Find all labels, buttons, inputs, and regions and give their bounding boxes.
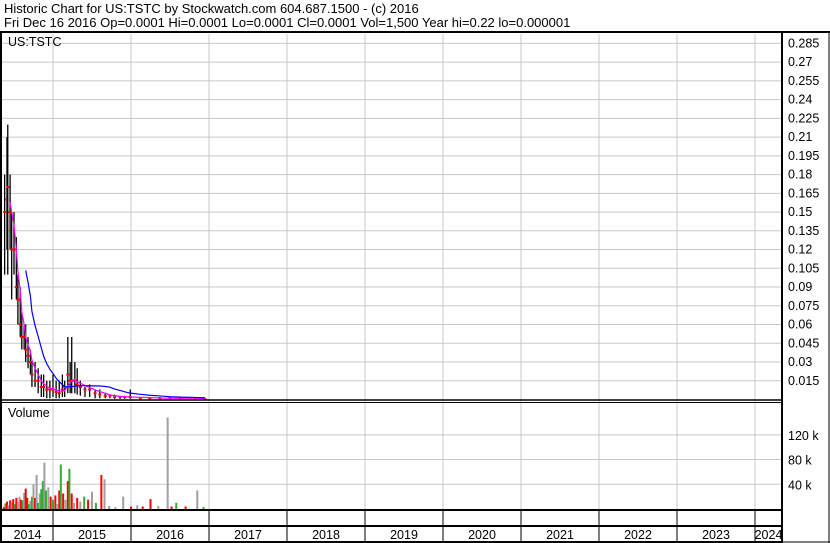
price-tick-label: 0.03 <box>788 355 812 369</box>
volume-bar <box>59 464 62 509</box>
price-tick-label: 0.045 <box>788 336 819 350</box>
volume-bar <box>122 496 125 509</box>
price-volume-chart: 0.015 0.03 0.045 0.06 0.075 0.09 0.105 0.12 0.13… <box>0 31 830 543</box>
volume-bar <box>87 499 90 509</box>
volume-bar <box>83 496 86 509</box>
price-tick-label: 0.105 <box>788 261 819 275</box>
close-tick <box>45 388 49 391</box>
volume-bar <box>70 493 73 509</box>
price-tick-label: 0.12 <box>788 243 812 257</box>
volume-tick-label: 80 k <box>788 454 812 468</box>
close-tick <box>36 379 40 382</box>
volume-bar <box>170 506 173 509</box>
volume-bar <box>100 475 103 509</box>
price-tick-label: 0.18 <box>788 168 812 182</box>
volume-bar <box>196 490 199 509</box>
year-label: 2021 <box>546 528 574 542</box>
close-tick <box>98 393 102 396</box>
year-label: 2018 <box>312 528 340 542</box>
volume-bar <box>49 496 52 509</box>
close-tick <box>42 386 46 389</box>
chart-window: Historic Chart for US:TSTC by Stockwatch… <box>0 0 830 543</box>
price-tick-label: 0.21 <box>788 130 812 144</box>
volume-bar <box>76 497 79 509</box>
volume-bar <box>149 499 152 509</box>
year-label: 2015 <box>78 528 106 542</box>
close-tick <box>3 211 7 214</box>
close-tick <box>66 373 70 376</box>
volume-bar <box>94 502 97 509</box>
volume-bar <box>79 501 82 509</box>
volume-bars <box>2 417 205 509</box>
year-label: 2019 <box>390 528 418 542</box>
price-tick-label: 0.075 <box>788 299 819 313</box>
volume-bar <box>175 502 178 509</box>
volume-bar <box>184 506 187 509</box>
volume-bar <box>62 493 65 509</box>
volume-tick-label: 40 k <box>788 478 812 492</box>
price-tick-label: 0.165 <box>788 186 819 200</box>
year-label: 2014 <box>14 528 42 542</box>
price-tick-label: 0.285 <box>788 36 819 50</box>
volume-tick-label: 120 k <box>788 429 819 443</box>
volume-bar <box>141 506 144 509</box>
volume-bar <box>47 487 50 509</box>
volume-bar <box>108 505 111 509</box>
volume-bar <box>44 490 47 509</box>
price-bars <box>3 124 207 401</box>
close-tick <box>75 383 79 386</box>
close-tick <box>83 388 87 391</box>
close-tick <box>16 298 20 301</box>
price-tick-label: 0.135 <box>788 224 819 238</box>
volume-bar <box>91 491 93 509</box>
close-tick <box>88 388 92 391</box>
close-tick <box>54 391 58 394</box>
volume-bar <box>73 502 76 509</box>
close-tick <box>93 392 97 395</box>
close-tick <box>103 394 107 397</box>
volume-bar <box>55 504 58 509</box>
price-tick-label: 0.15 <box>788 205 812 219</box>
year-label: 2024 <box>755 528 783 542</box>
price-tick-label: 0.225 <box>788 111 819 125</box>
close-tick <box>12 248 16 251</box>
volume-bar <box>130 506 132 509</box>
symbol-label: US:TSTC <box>8 35 61 49</box>
close-tick <box>26 354 30 357</box>
volume-bar <box>52 499 54 509</box>
year-label: 2016 <box>156 528 184 542</box>
volume-bar <box>64 499 67 509</box>
price-tick-label: 0.195 <box>788 149 819 163</box>
price-tick-label: 0.27 <box>788 55 812 69</box>
grid <box>2 34 782 509</box>
close-tick <box>30 373 34 376</box>
volume-bar <box>136 505 139 509</box>
close-tick <box>33 379 37 382</box>
price-tick-label: 0.015 <box>788 374 819 388</box>
price-tick-label: 0.06 <box>788 318 812 332</box>
volume-bar <box>114 507 117 509</box>
volume-bar <box>202 507 205 509</box>
price-tick-label: 0.09 <box>788 280 812 294</box>
volume-bar <box>68 468 71 509</box>
volume-bar <box>157 505 160 509</box>
close-tick <box>24 348 28 351</box>
close-tick <box>57 392 61 395</box>
price-tick-label: 0.255 <box>788 74 819 88</box>
volume-label: Volume <box>8 406 50 420</box>
year-label: 2023 <box>702 528 730 542</box>
volume-bar <box>166 417 169 509</box>
year-label: 2017 <box>234 528 262 542</box>
year-label: 2022 <box>624 528 652 542</box>
moving-average-short <box>9 202 206 400</box>
close-tick <box>6 186 10 189</box>
volume-bar <box>103 479 106 509</box>
price-tick-label: 0.24 <box>788 93 812 107</box>
year-label: 2020 <box>468 528 496 542</box>
